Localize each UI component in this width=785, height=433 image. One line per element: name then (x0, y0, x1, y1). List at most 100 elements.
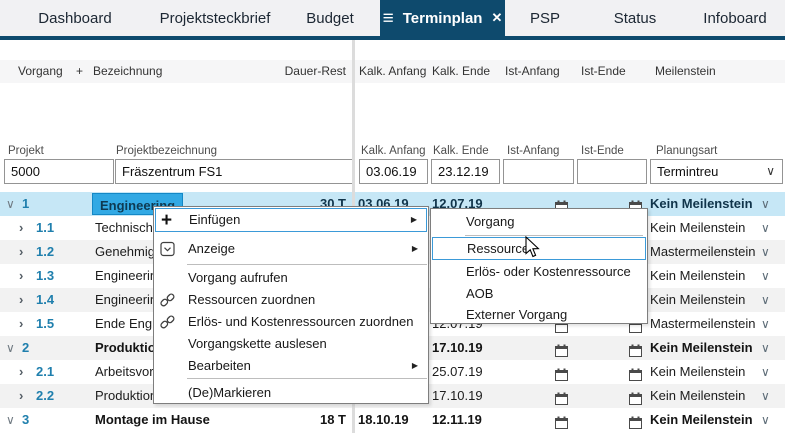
submenu-item-label: Ressource (467, 241, 530, 256)
dauer-rest-cell[interactable]: 18 T (276, 408, 346, 432)
meilenstein-cell[interactable]: Kein Meilenstein (650, 192, 753, 216)
chevron-down-icon[interactable]: ∨ (761, 336, 770, 360)
expand-icon[interactable]: › (19, 264, 23, 288)
bezeichnung-cell[interactable]: Montage im Hause (95, 408, 210, 432)
close-icon[interactable]: ✕ (491, 10, 502, 26)
table-row[interactable]: ∨ 3 Montage im Hause 18 T 18.10.19 12.11… (0, 408, 785, 432)
tab-dashboard[interactable]: Dashboard (0, 0, 150, 36)
meilenstein-cell[interactable]: Kein Meilenstein (650, 264, 745, 288)
tab-psp[interactable]: PSP (505, 0, 585, 36)
link-icon (160, 315, 175, 330)
ist-anfang-field[interactable] (503, 159, 574, 184)
planungsart-select[interactable]: Termintreu ∨ (650, 159, 783, 184)
meilenstein-cell[interactable]: Kein Meilenstein (650, 336, 753, 360)
row-number: 2 (22, 340, 30, 355)
calendar-icon[interactable] (555, 413, 568, 433)
add-column-icon[interactable]: + (76, 60, 83, 83)
meilenstein-cell[interactable]: Kein Meilenstein (650, 384, 745, 408)
menu-item-vorgang-aufrufen[interactable]: Vorgang aufrufen (155, 267, 427, 289)
expand-icon[interactable]: › (19, 216, 23, 240)
tab-terminplan[interactable]: ≡ Terminplan ✕ (380, 0, 505, 36)
row-number: 1 (22, 196, 30, 211)
chevron-down-icon[interactable]: ∨ (761, 360, 770, 384)
menu-item-label: (De)Markieren (188, 385, 272, 400)
menu-item-anzeige[interactable]: Anzeige ▶ (155, 237, 427, 261)
collapse-icon[interactable]: ∨ (6, 336, 15, 360)
expand-icon[interactable]: › (19, 288, 23, 312)
expand-icon[interactable]: › (19, 360, 23, 384)
menu-item-ressourcen-zuordnen[interactable]: Ressourcen zuordnen (155, 289, 427, 311)
chevron-down-icon[interactable]: ∨ (761, 408, 770, 432)
kalk-ende-cell[interactable]: 25.07.19 (432, 360, 483, 384)
collapse-icon[interactable]: ∨ (6, 408, 15, 432)
expand-icon[interactable]: › (19, 384, 23, 408)
tab-status[interactable]: Status (585, 0, 685, 36)
menu-item-erloes-kostenressourcen-zuordnen[interactable]: Erlös- und Kostenressourcen zuordnen (155, 311, 427, 333)
hamburger-icon[interactable]: ≡ (383, 9, 394, 28)
menu-item-bearbeiten[interactable]: Bearbeiten ▶ (155, 355, 427, 377)
submenu-item-label: Erlös- oder Kostenressource (466, 264, 631, 279)
collapse-icon[interactable]: ∨ (6, 192, 15, 216)
menu-separator (465, 235, 643, 236)
projektbezeichnung-field[interactable]: Fräszentrum FS1 (115, 159, 353, 184)
menu-item-demarkieren[interactable]: (De)Markieren (155, 382, 427, 404)
calendar-icon[interactable] (629, 413, 642, 433)
plus-icon: + (161, 210, 173, 231)
chevron-down-icon[interactable]: ∨ (761, 240, 770, 264)
col-kalk-ende: Kalk. Ende (432, 64, 491, 78)
meilenstein-cell[interactable]: Kein Meilenstein (650, 288, 745, 312)
chevron-down-icon[interactable]: ∨ (761, 216, 770, 240)
kalk-ende-field[interactable]: 23.12.19 (431, 159, 500, 184)
ist-ende-field[interactable] (577, 159, 647, 184)
menu-item-label: Anzeige (188, 241, 235, 256)
combobox-icon (160, 241, 175, 257)
kalk-anfang-cell[interactable]: 18.10.19 (358, 408, 409, 432)
meilenstein-cell[interactable]: Kein Meilenstein (650, 360, 745, 384)
submenu-arrow-icon: ▶ (411, 244, 418, 253)
submenu-item-vorgang[interactable]: Vorgang (432, 211, 646, 233)
meilenstein-cell[interactable]: Mastermeilenstein (650, 240, 756, 264)
meilenstein-cell[interactable]: Mastermeilenstein (650, 312, 756, 336)
expand-icon[interactable]: › (19, 312, 23, 336)
submenu-item-aob[interactable]: AOB (432, 283, 646, 305)
mouse-cursor (525, 235, 542, 260)
chevron-down-icon[interactable]: ∨ (766, 160, 775, 183)
row-number: 1.5 (36, 316, 55, 331)
menu-item-einfuegen[interactable]: + Einfügen ▶ (155, 208, 427, 232)
meilenstein-cell[interactable]: Kein Meilenstein (650, 216, 745, 240)
expand-icon[interactable]: › (19, 240, 23, 264)
menu-item-vorgangskette-auslesen[interactable]: Vorgangskette auslesen (155, 333, 427, 355)
col-ist-anfang: Ist-Anfang (505, 64, 560, 78)
submenu-item-label: Externer Vorgang (466, 307, 568, 322)
bezeichnung-cell[interactable]: Produktion (95, 384, 157, 408)
chevron-down-icon[interactable]: ∨ (761, 312, 770, 336)
row-number: 1.4 (36, 292, 55, 307)
submenu-item-label: AOB (466, 286, 494, 301)
col-kalk-anfang: Kalk. Anfang (359, 64, 427, 78)
row-number: 3 (22, 412, 30, 427)
projekt-field[interactable]: 5000 (4, 159, 114, 184)
tab-budget[interactable]: Budget (280, 0, 380, 36)
submenu-item-erloes-oder-kostenressource[interactable]: Erlös- oder Kostenressource (432, 261, 646, 283)
kalk-ende-cell[interactable]: 17.10.19 (432, 384, 483, 408)
chevron-down-icon[interactable]: ∨ (761, 192, 770, 216)
menu-separator (187, 378, 427, 379)
kalk-ende-cell[interactable]: 12.11.19 (432, 408, 482, 432)
meilenstein-cell[interactable]: Kein Meilenstein (650, 408, 753, 432)
tab-infoboard[interactable]: Infoboard (685, 0, 785, 36)
chevron-down-icon[interactable]: ∨ (761, 288, 770, 312)
chevron-down-icon[interactable]: ∨ (761, 264, 770, 288)
submenu-arrow-icon: ▶ (411, 361, 418, 370)
menu-item-label: Erlös- und Kostenressourcen zuordnen (188, 314, 414, 329)
label-ist-anfang: Ist-Anfang (507, 145, 560, 157)
kalk-ende-cell[interactable]: 17.10.19 (432, 336, 483, 360)
kalk-anfang-field[interactable]: 03.06.19 (359, 159, 428, 184)
context-menu: + Einfügen ▶ Anzeige ▶ Vorgang aufrufen … (153, 206, 429, 404)
submenu-item-externer-vorgang[interactable]: Externer Vorgang (432, 305, 646, 324)
chevron-down-icon[interactable]: ∨ (761, 384, 770, 408)
label-projekt: Projekt (8, 145, 44, 157)
bezeichnung-cell[interactable]: Technische (95, 216, 160, 240)
row-number: 1.3 (36, 268, 55, 283)
menu-item-label: Bearbeiten (188, 358, 251, 373)
tab-projektsteckbrief[interactable]: Projektsteckbrief (150, 0, 280, 36)
